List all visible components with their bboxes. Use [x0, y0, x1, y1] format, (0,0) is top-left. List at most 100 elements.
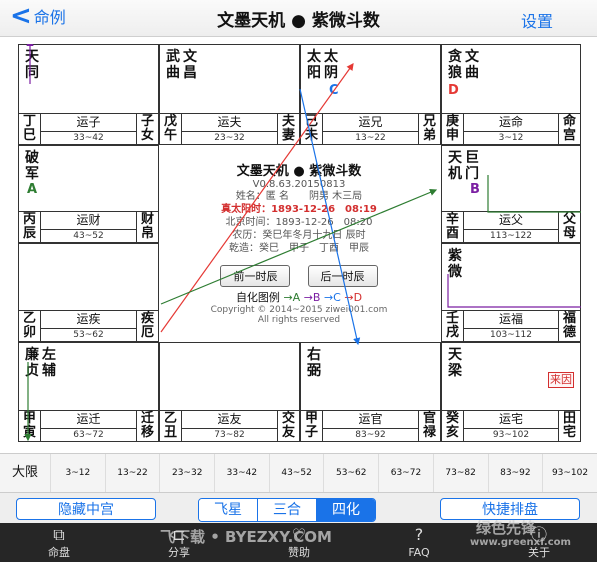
- age-range: 83~92: [323, 428, 418, 441]
- palace-name: 命宫: [558, 114, 580, 144]
- ganzhi-label: 乙卯: [19, 311, 41, 341]
- palace-name: 交友: [277, 411, 299, 441]
- center-info: 文墨天机 ● 紫微斗数 V0.8.63.20150813 姓名：匿 名 阴男 木…: [161, 154, 437, 332]
- star-char: 贞: [25, 363, 39, 379]
- daxian-item[interactable]: 3~12: [50, 454, 105, 492]
- ganzhi-label: 甲寅: [19, 411, 41, 441]
- palace-stars: 武曲文昌: [166, 49, 200, 81]
- tab-faq[interactable]: ? FAQ: [384, 523, 454, 562]
- age-range: 103~112: [464, 328, 558, 341]
- age-range: 63~72: [41, 428, 136, 441]
- star-char: 贪: [448, 49, 462, 65]
- palace-cell[interactable]: 天机巨门 B 辛酉 运父 113~122 父母: [441, 145, 581, 243]
- palace-stars: 太阳太阴: [307, 49, 341, 81]
- faq-icon: ?: [414, 525, 424, 544]
- star-char: 文: [465, 49, 479, 65]
- yun-label: 运友: [217, 412, 242, 426]
- hide-center-button[interactable]: 隐藏中宫: [16, 498, 156, 520]
- star-char: 辅: [42, 363, 56, 379]
- star-char: 右: [307, 347, 321, 363]
- chart-icon: ⧉: [53, 525, 65, 544]
- star-char: 阴: [324, 65, 338, 81]
- legend-d: →D: [344, 291, 363, 304]
- prev-hour-button[interactable]: 前一时辰: [220, 265, 291, 287]
- daxian-label: 大限: [11, 465, 38, 480]
- star-char: 太: [307, 49, 321, 65]
- ziwei-chart: 天同 丁巳 运子 33~42 子女 武曲文昌 戊午 运夫 23~32 夫妻 太阳太阴…: [18, 44, 581, 442]
- palace-name: 福德: [558, 311, 580, 341]
- palace-cell[interactable]: 廉贞左辅 甲寅 运迁 63~72 迁移: [18, 342, 159, 442]
- sihua-mark: A: [27, 182, 38, 197]
- tab-label: 命盘: [48, 546, 70, 559]
- copyright: Copyright © 2014~2015 ziwei001.com: [210, 305, 388, 315]
- beijing-time: 北京时间：1893-12-26 08:20: [225, 217, 373, 228]
- watermark-text: 飞下载 • BYEZXY.COM: [160, 528, 332, 546]
- tab-chart[interactable]: ⧉ 命盘: [24, 523, 94, 562]
- star-char: 阳: [307, 65, 321, 81]
- star-char: 武: [166, 49, 180, 65]
- star-char: 廉: [25, 347, 39, 363]
- next-hour-button[interactable]: 后一时辰: [307, 265, 378, 287]
- star-char: 天: [448, 347, 462, 363]
- version-label: V0.8.63.20150813: [252, 179, 346, 190]
- palace-cell[interactable]: 太阳太阴 C 己未 运兄 13~22 兄弟: [300, 44, 441, 145]
- ganzhi-label: 癸亥: [442, 411, 464, 441]
- tab-bar: ⧉ 命盘 ⊏ 分享 ♡ 赞助 ? FAQ ⓘ 关于 飞下载 • BYEZXY.C…: [0, 519, 597, 562]
- daxian-item[interactable]: 63~72: [378, 454, 433, 492]
- palace-cell[interactable]: 武曲文昌 戊午 运夫 23~32 夫妻: [159, 44, 300, 145]
- palace-name: 田宅: [558, 411, 580, 441]
- center-title: 文墨天机 ● 紫微斗数: [236, 164, 362, 179]
- seg-sanhe[interactable]: 三合: [257, 499, 316, 521]
- settings-button[interactable]: 设置: [521, 8, 553, 32]
- ganzhi-label: 戊午: [160, 114, 182, 144]
- tab-label: 赞助: [288, 546, 310, 559]
- palace-cell[interactable]: 乙卯 运疾 53~62 疾厄: [18, 243, 159, 342]
- palace-cell[interactable]: 天梁 来因 癸亥 运宅 93~102 田宅: [441, 342, 581, 442]
- sihua-mark: D: [448, 83, 459, 98]
- daxian-row: 大限 3~12 13~22 23~32 33~42 43~52 53~62 63…: [0, 453, 597, 493]
- palace-cell[interactable]: 紫微 壬戌 运福 103~112 福德: [441, 243, 581, 342]
- watermark-url: www.greenxf.com: [470, 537, 571, 548]
- age-range: 53~62: [41, 328, 136, 341]
- legend-c: →C: [323, 291, 341, 304]
- palace-cell[interactable]: 乙丑 运友 73~82 交友: [159, 342, 300, 442]
- legend-a: →A: [283, 291, 301, 304]
- daxian-item[interactable]: 53~62: [323, 454, 378, 492]
- palace-cell[interactable]: 右弼 甲子 运官 83~92 官禄: [300, 342, 441, 442]
- laiyin-badge: 来因: [548, 372, 574, 388]
- star-char: 狼: [448, 65, 462, 81]
- palace-cell[interactable]: 破军 A 丙辰 运财 43~52 财帛: [18, 145, 159, 243]
- daxian-item[interactable]: 43~52: [268, 454, 324, 492]
- star-char: 破: [25, 150, 39, 166]
- star-char: 微: [448, 264, 462, 280]
- star-char: 曲: [166, 65, 180, 81]
- palace-stars: 天同: [25, 49, 42, 81]
- tab-label: FAQ: [408, 546, 430, 559]
- yun-label: 运福: [498, 312, 523, 326]
- daxian-item[interactable]: 83~92: [487, 454, 543, 492]
- daxian-item[interactable]: 13~22: [104, 454, 160, 492]
- palace-name: 财帛: [136, 212, 158, 242]
- palace-stars: 天梁: [448, 347, 465, 379]
- legend-b: →B: [303, 291, 321, 304]
- ganzhi-label: 甲子: [301, 411, 323, 441]
- palace-stars: 天机巨门: [448, 150, 482, 182]
- daxian-item[interactable]: 33~42: [214, 454, 269, 492]
- palace-name: 兄弟: [418, 114, 440, 144]
- palace-stars: 紫微: [448, 248, 465, 280]
- name-line: 姓名：匿 名 阴男 木三局: [235, 191, 363, 202]
- palace-name: 父母: [558, 212, 580, 242]
- ganzhi-label: 丙辰: [19, 212, 41, 242]
- true-solar-time: 真太阳时：1893-12-26 08:19: [221, 204, 377, 215]
- palace-cell[interactable]: 天同 丁巳 运子 33~42 子女: [18, 44, 159, 145]
- age-range: 93~102: [464, 428, 558, 441]
- seg-sihua[interactable]: 四化: [316, 499, 375, 521]
- daxian-item[interactable]: 73~82: [432, 454, 488, 492]
- palace-cell[interactable]: 贪狼文曲 D 庚申 运命 3~12 命宫: [441, 44, 581, 145]
- daxian-item[interactable]: 93~102: [542, 454, 597, 492]
- seg-feixing[interactable]: 飞星: [199, 499, 257, 521]
- age-range: 73~82: [182, 428, 277, 441]
- daxian-item[interactable]: 23~32: [159, 454, 214, 492]
- palace-stars: 贪狼文曲: [448, 49, 482, 81]
- legend: 自化图例 →A →B →C →D: [161, 289, 437, 305]
